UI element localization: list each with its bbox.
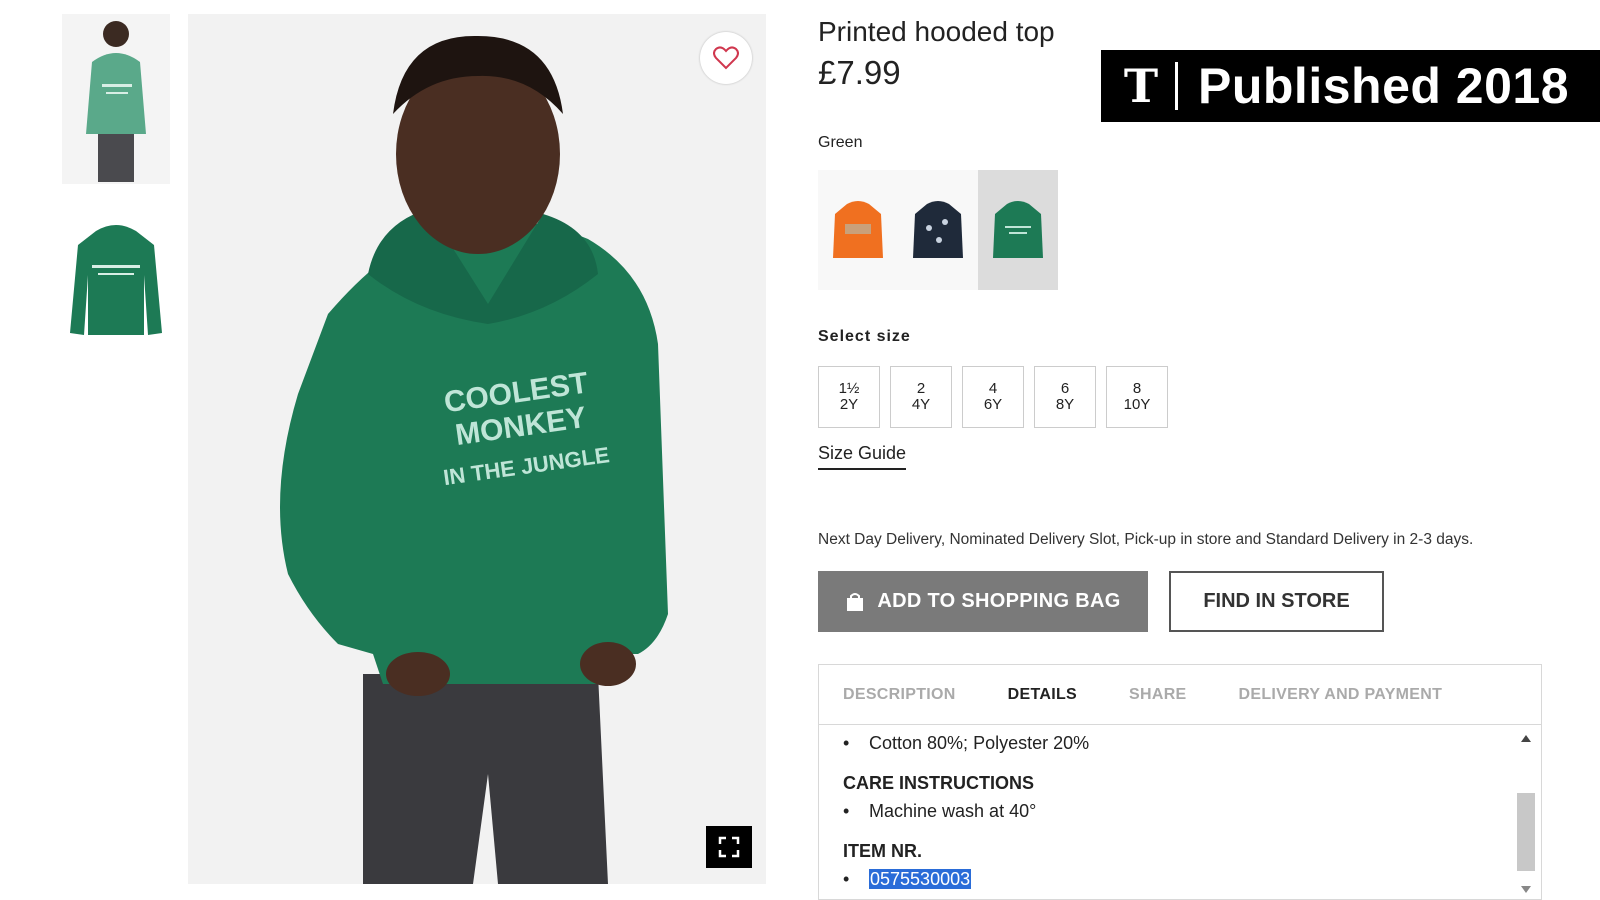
heart-icon <box>713 46 739 70</box>
product-price: £7.99 <box>818 54 901 91</box>
product-title: Printed hooded top <box>818 16 1055 47</box>
size-option-line2: 8Y <box>1055 396 1075 413</box>
item-number[interactable]: 0575530003 <box>869 869 972 889</box>
size-option-line1: 2 <box>916 380 926 397</box>
size-option[interactable]: 2 4Y <box>890 366 952 428</box>
tab-share[interactable]: SHARE <box>1129 686 1187 704</box>
care-item: Machine wash at 40° <box>843 797 1493 825</box>
thumbnail-product[interactable] <box>62 215 170 343</box>
nyt-logo: T <box>1123 59 1159 113</box>
size-option[interactable]: 4 6Y <box>962 366 1024 428</box>
tab-details[interactable]: DETAILS <box>1008 686 1077 704</box>
composition-item: Cotton 80%; Polyester 20% <box>843 729 1493 757</box>
banner-divider <box>1175 62 1178 110</box>
size-option-line2: 10Y <box>1123 396 1151 413</box>
details-panel: DESCRIPTION DETAILS SHARE DELIVERY AND P… <box>818 664 1542 900</box>
favorite-button[interactable] <box>700 32 752 84</box>
published-year: Published 2018 <box>1198 58 1570 114</box>
scroll-up-arrow-icon[interactable] <box>1521 735 1531 742</box>
shopping-bag-icon <box>847 592 864 611</box>
size-option-line2: 2Y <box>839 396 859 413</box>
size-option-line1: 8 <box>1132 380 1142 397</box>
size-option-line1: 1½ <box>838 380 860 397</box>
delivery-info: Next Day Delivery, Nominated Delivery Sl… <box>818 531 1474 548</box>
expand-icon <box>718 836 740 858</box>
fullscreen-button[interactable] <box>706 826 752 868</box>
navy-hoodie-icon <box>913 201 963 258</box>
item-number-heading: ITEM NR. <box>843 841 922 861</box>
size-option-line1: 6 <box>1060 380 1070 397</box>
thumbnail-model[interactable] <box>62 14 170 184</box>
size-option-line1: 4 <box>988 380 998 397</box>
care-instructions-heading: CARE INSTRUCTIONS <box>843 773 1035 793</box>
thumbnail-model-image <box>62 14 170 184</box>
details-scrollbar[interactable] <box>1517 731 1535 895</box>
color-swatches <box>818 170 1058 290</box>
swatch-navy[interactable] <box>898 170 978 290</box>
item-number-row: 0575530003 <box>843 865 1493 893</box>
scroll-down-arrow-icon[interactable] <box>1521 886 1531 893</box>
swatch-green[interactable] <box>978 170 1058 290</box>
add-to-bag-button[interactable]: ADD TO SHOPPING BAG <box>818 571 1148 632</box>
color-label: Green <box>818 134 863 151</box>
published-banner: T Published 2018 <box>1101 50 1600 122</box>
size-option-line2: 6Y <box>983 396 1003 413</box>
tab-description[interactable]: DESCRIPTION <box>843 686 956 704</box>
size-guide-link[interactable]: Size Guide <box>818 443 907 470</box>
size-option-line2: 4Y <box>911 396 931 413</box>
size-option[interactable]: 8 10Y <box>1106 366 1168 428</box>
find-in-store-button[interactable]: FIND IN STORE <box>1169 571 1384 632</box>
size-option[interactable]: 1½ 2Y <box>818 366 880 428</box>
add-to-bag-label: ADD TO SHOPPING BAG <box>877 590 1121 612</box>
orange-hoodie-icon <box>833 201 883 258</box>
size-option[interactable]: 6 8Y <box>1034 366 1096 428</box>
thumbnail-product-image <box>62 215 170 343</box>
main-product-image: COOLEST MONKEY IN THE JUNGLE <box>188 14 766 884</box>
size-options: 1½ 2Y 2 4Y 4 6Y 6 8Y 8 10Y <box>818 366 1178 428</box>
details-content: Cotton 80%; Polyester 20% CARE INSTRUCTI… <box>843 729 1493 893</box>
green-hoodie-icon <box>993 201 1043 258</box>
tab-delivery-payment[interactable]: DELIVERY AND PAYMENT <box>1239 686 1443 704</box>
scroll-thumb[interactable] <box>1517 793 1535 871</box>
details-tabs: DESCRIPTION DETAILS SHARE DELIVERY AND P… <box>819 665 1541 725</box>
select-size-label: Select size <box>818 328 911 345</box>
swatch-orange[interactable] <box>818 170 898 290</box>
